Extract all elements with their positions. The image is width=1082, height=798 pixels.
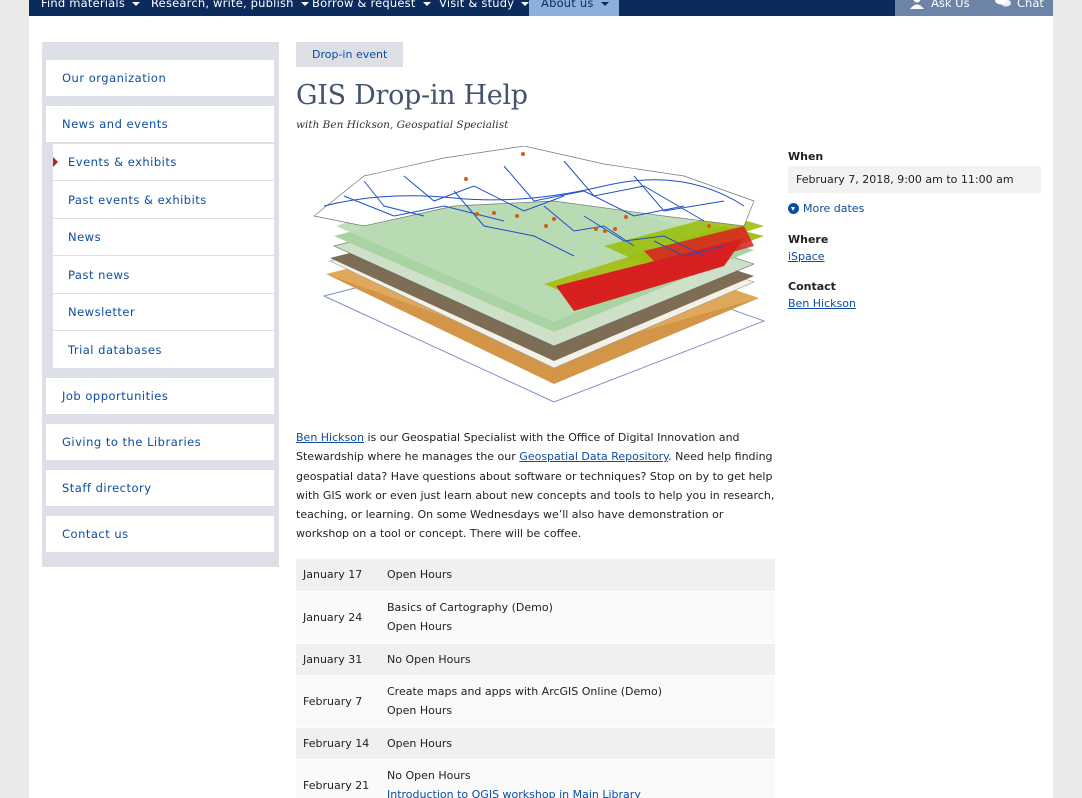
- event-info: When February 7, 2018, 9:00 am to 11:00 …: [788, 150, 1041, 310]
- caret-down-icon: [600, 1, 609, 6]
- schedule-event: Create maps and apps with ArcGIS Online …: [387, 685, 663, 717]
- nav-utility-area: Ask Us Chat: [895, 0, 1053, 16]
- event-type-badge: Drop-in event: [296, 42, 404, 67]
- schedule-event: No Open Hours: [387, 652, 471, 666]
- sidebar-item-news[interactable]: News: [53, 218, 274, 255]
- where-link[interactable]: iSpace: [788, 250, 1041, 263]
- caret-down-icon: [300, 1, 309, 6]
- ask-us-link[interactable]: Ask Us: [909, 0, 970, 11]
- nav-find-materials[interactable]: Find materials: [41, 0, 141, 16]
- schedule-table: January 17 Open Hours January 24 Basics …: [296, 559, 775, 798]
- more-dates-toggle[interactable]: More dates: [788, 202, 1041, 215]
- caret-down-icon: [422, 1, 431, 6]
- geospatial-data-repository-link[interactable]: Geospatial Data Repository: [519, 450, 668, 463]
- when-label: When: [788, 150, 824, 163]
- schedule-event: No Open Hours Introduction to QGIS worksh…: [387, 759, 775, 798]
- table-row: February 21 No Open Hours Introduction to…: [296, 759, 775, 798]
- table-row: January 17 Open Hours: [296, 559, 775, 591]
- chevron-down-circle-icon: [788, 203, 799, 214]
- sidebar-item-trial-databases[interactable]: Trial databases: [53, 330, 274, 368]
- sidebar-item-staff-directory[interactable]: Staff directory: [46, 470, 274, 506]
- table-row: February 7 Create maps and apps with Arc…: [296, 675, 775, 727]
- nav-visit-study[interactable]: Visit & study: [439, 0, 530, 16]
- sidebar-item-news-and-events[interactable]: News and events: [46, 106, 274, 142]
- chat-bubbles-icon: [995, 0, 1011, 7]
- where-label: Where: [788, 233, 829, 246]
- caret-down-icon: [132, 1, 141, 6]
- sidebar-item-newsletter[interactable]: Newsletter: [53, 293, 274, 330]
- main-content: Drop-in event GIS Drop-in Help with Ben …: [296, 42, 776, 798]
- page-subtitle: with Ben Hickson, Geospatial Specialist: [296, 119, 509, 131]
- sidebar-item-past-events-exhibits[interactable]: Past events & exhibits: [53, 180, 274, 218]
- schedule-date: January 17: [303, 568, 363, 582]
- contact-link[interactable]: Ben Hickson: [788, 297, 1041, 310]
- chat-link[interactable]: Chat: [995, 0, 1044, 11]
- schedule-event: Open Hours: [387, 568, 453, 582]
- sidebar-item-contact-us[interactable]: Contact us: [46, 516, 274, 552]
- top-navigation: Find materials Research, write, publish …: [29, 0, 1053, 16]
- event-description: Ben Hickson is our Geospatial Specialist…: [296, 431, 775, 541]
- sidebar-item-our-organization[interactable]: Our organization: [46, 60, 274, 96]
- schedule-date: January 31: [303, 652, 363, 666]
- ben-hickson-link[interactable]: Ben Hickson: [296, 431, 364, 444]
- gis-layers-illustration: [313, 146, 766, 403]
- schedule-date: February 14: [303, 736, 370, 750]
- schedule-event: Open Hours: [387, 736, 453, 750]
- when-value: February 7, 2018, 9:00 am to 11:00 am: [788, 166, 1041, 193]
- contact-label: Contact: [788, 280, 836, 293]
- schedule-date: January 24: [303, 610, 363, 624]
- sidebar-item-giving[interactable]: Giving to the Libraries: [46, 424, 274, 460]
- nav-borrow-request[interactable]: Borrow & request: [312, 0, 431, 16]
- page-title: GIS Drop-in Help: [296, 80, 528, 111]
- table-row: January 31 No Open Hours: [296, 643, 775, 675]
- sidebar-item-events-exhibits[interactable]: Events & exhibits: [53, 143, 274, 180]
- sidebar-item-job-opportunities[interactable]: Job opportunities: [46, 378, 274, 414]
- sidebar-item-past-news[interactable]: Past news: [53, 255, 274, 293]
- content-area: Our organization News and events Events …: [29, 16, 1053, 798]
- sidebar: Our organization News and events Events …: [42, 42, 279, 567]
- table-row: February 14 Open Hours: [296, 727, 775, 759]
- table-row: January 24 Basics of Cartography (Demo) O…: [296, 591, 775, 643]
- person-icon: [910, 0, 924, 9]
- schedule-event: Basics of Cartography (Demo) Open Hours: [387, 601, 553, 633]
- schedule-date: February 21: [303, 778, 370, 792]
- schedule-date: February 7: [303, 694, 363, 708]
- qgis-workshop-link[interactable]: Introduction to QGIS workshop in Main Li…: [387, 788, 641, 798]
- nav-research-write-publish[interactable]: Research, write, publish: [151, 0, 309, 16]
- nav-about-us[interactable]: About us: [529, 0, 619, 16]
